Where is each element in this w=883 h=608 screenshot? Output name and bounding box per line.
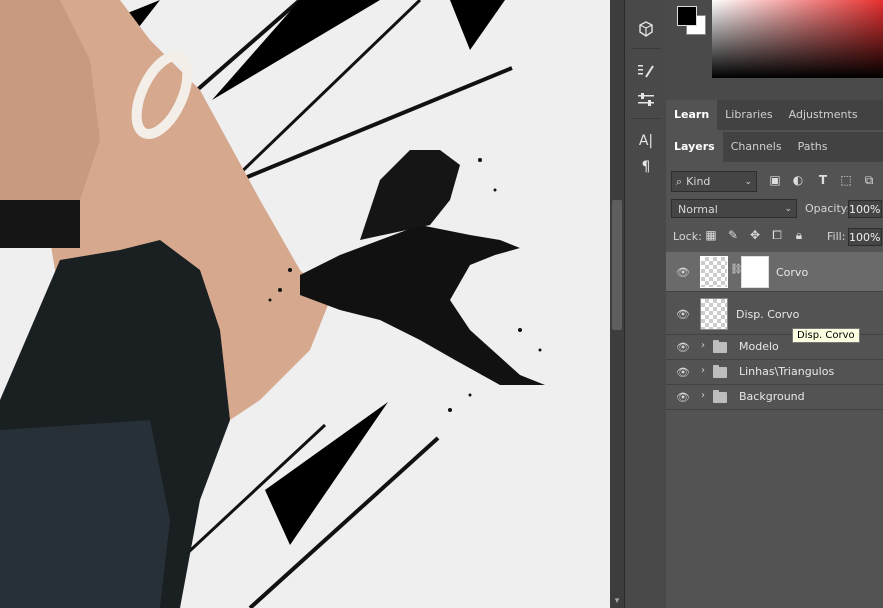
chevron-down-icon: ⌄ (784, 204, 792, 214)
visibility-eye-icon[interactable]: 👁︎ (676, 366, 690, 379)
layer-mask-thumbnail[interactable] (741, 256, 769, 288)
canvas-artwork (0, 0, 610, 608)
fill-field[interactable]: 100% (848, 228, 882, 246)
shape-filter-icon[interactable]: ⬚ (838, 172, 854, 188)
visibility-eye-icon[interactable]: 👁︎ (676, 341, 690, 354)
layer-name[interactable]: Linhas\Triangulos (739, 365, 834, 378)
folder-icon (713, 365, 727, 378)
lock-transparent-pixels-icon[interactable]: ▦ (704, 228, 718, 242)
scroll-down-arrow-icon[interactable]: ▾ (612, 596, 622, 606)
visibility-eye-icon[interactable]: 👁︎ (676, 266, 690, 279)
layer-row-corvo[interactable]: 👁︎ ⛓︎ Corvo (666, 252, 883, 292)
folder-icon (713, 340, 727, 353)
foreground-color-swatch[interactable] (677, 6, 697, 26)
adjustment-filter-icon[interactable]: ◐ (790, 172, 806, 188)
brush-list-icon[interactable] (634, 60, 658, 82)
tab-paths[interactable]: Paths (790, 132, 836, 162)
layer-group-background[interactable]: 👁︎ › Background (666, 385, 883, 410)
3d-cube-icon[interactable] (634, 18, 658, 40)
tab-channels[interactable]: Channels (723, 132, 790, 162)
lock-label: Lock: (673, 230, 702, 243)
layer-thumbnail[interactable] (700, 256, 728, 288)
scrollbar-thumb[interactable] (612, 200, 622, 330)
toolstrip-divider (631, 118, 661, 119)
chevron-right-icon[interactable]: › (701, 340, 705, 351)
panel-icon-strip: A| ¶ (624, 0, 667, 608)
right-panel: Learn Libraries Adjustments Layers Chann… (666, 0, 883, 608)
layer-name[interactable]: Corvo (776, 266, 808, 279)
top-panel-tabs: Learn Libraries Adjustments (666, 100, 883, 130)
fill-label: Fill: (827, 230, 846, 243)
visibility-eye-icon[interactable]: 👁︎ (676, 308, 690, 321)
paragraph-icon[interactable]: ¶ (634, 156, 658, 178)
filter-kind-dropdown[interactable]: ⌕ Kind ⌄ (671, 171, 757, 192)
tab-learn[interactable]: Learn (666, 100, 718, 130)
chevron-right-icon[interactable]: › (701, 365, 705, 376)
blend-mode-value: Normal (678, 203, 718, 216)
tab-libraries[interactable]: Libraries (717, 100, 781, 130)
color-picker-field[interactable] (712, 0, 883, 78)
visibility-eye-icon[interactable]: 👁︎ (676, 391, 690, 404)
character-icon[interactable]: A| (634, 130, 658, 152)
layer-name[interactable]: Modelo (739, 340, 779, 353)
smart-object-filter-icon[interactable]: ⧉ (861, 172, 877, 188)
layer-name[interactable]: Disp. Corvo (736, 308, 799, 321)
lock-image-pixels-icon[interactable]: ✎ (726, 228, 740, 242)
lock-all-icon[interactable]: 🔒︎ (792, 228, 806, 242)
layers-panel-tabs: Layers Channels Paths (666, 132, 883, 162)
layer-name-tooltip: Disp. Corvo (792, 328, 860, 343)
image-filter-icon[interactable]: ▣ (767, 172, 783, 188)
opacity-field[interactable]: 100% (848, 200, 882, 218)
document-canvas[interactable] (0, 0, 610, 608)
layer-name[interactable]: Background (739, 390, 805, 403)
filter-kind-label: Kind (686, 175, 711, 188)
tab-layers[interactable]: Layers (666, 132, 723, 162)
tab-adjustments[interactable]: Adjustments (781, 100, 866, 130)
layer-thumbnail[interactable] (700, 298, 728, 330)
lock-artboard-icon[interactable]: ⧠ (770, 228, 784, 242)
toolstrip-divider (631, 48, 661, 49)
folder-icon (713, 390, 727, 403)
search-icon: ⌕ (676, 174, 683, 188)
lock-position-icon[interactable]: ✥ (748, 228, 762, 242)
type-filter-icon[interactable]: T (815, 172, 831, 188)
opacity-label: Opacity: (805, 202, 851, 215)
color-panel (666, 0, 883, 100)
blend-mode-dropdown[interactable]: Normal ⌄ (671, 199, 797, 218)
layer-group-linhas-triangulos[interactable]: 👁︎ › Linhas\Triangulos (666, 360, 883, 385)
chevron-right-icon[interactable]: › (701, 390, 705, 401)
chevron-down-icon: ⌄ (744, 176, 752, 187)
sliders-icon[interactable] (634, 88, 658, 110)
canvas-vertical-scrollbar[interactable]: ▾ (610, 0, 624, 608)
